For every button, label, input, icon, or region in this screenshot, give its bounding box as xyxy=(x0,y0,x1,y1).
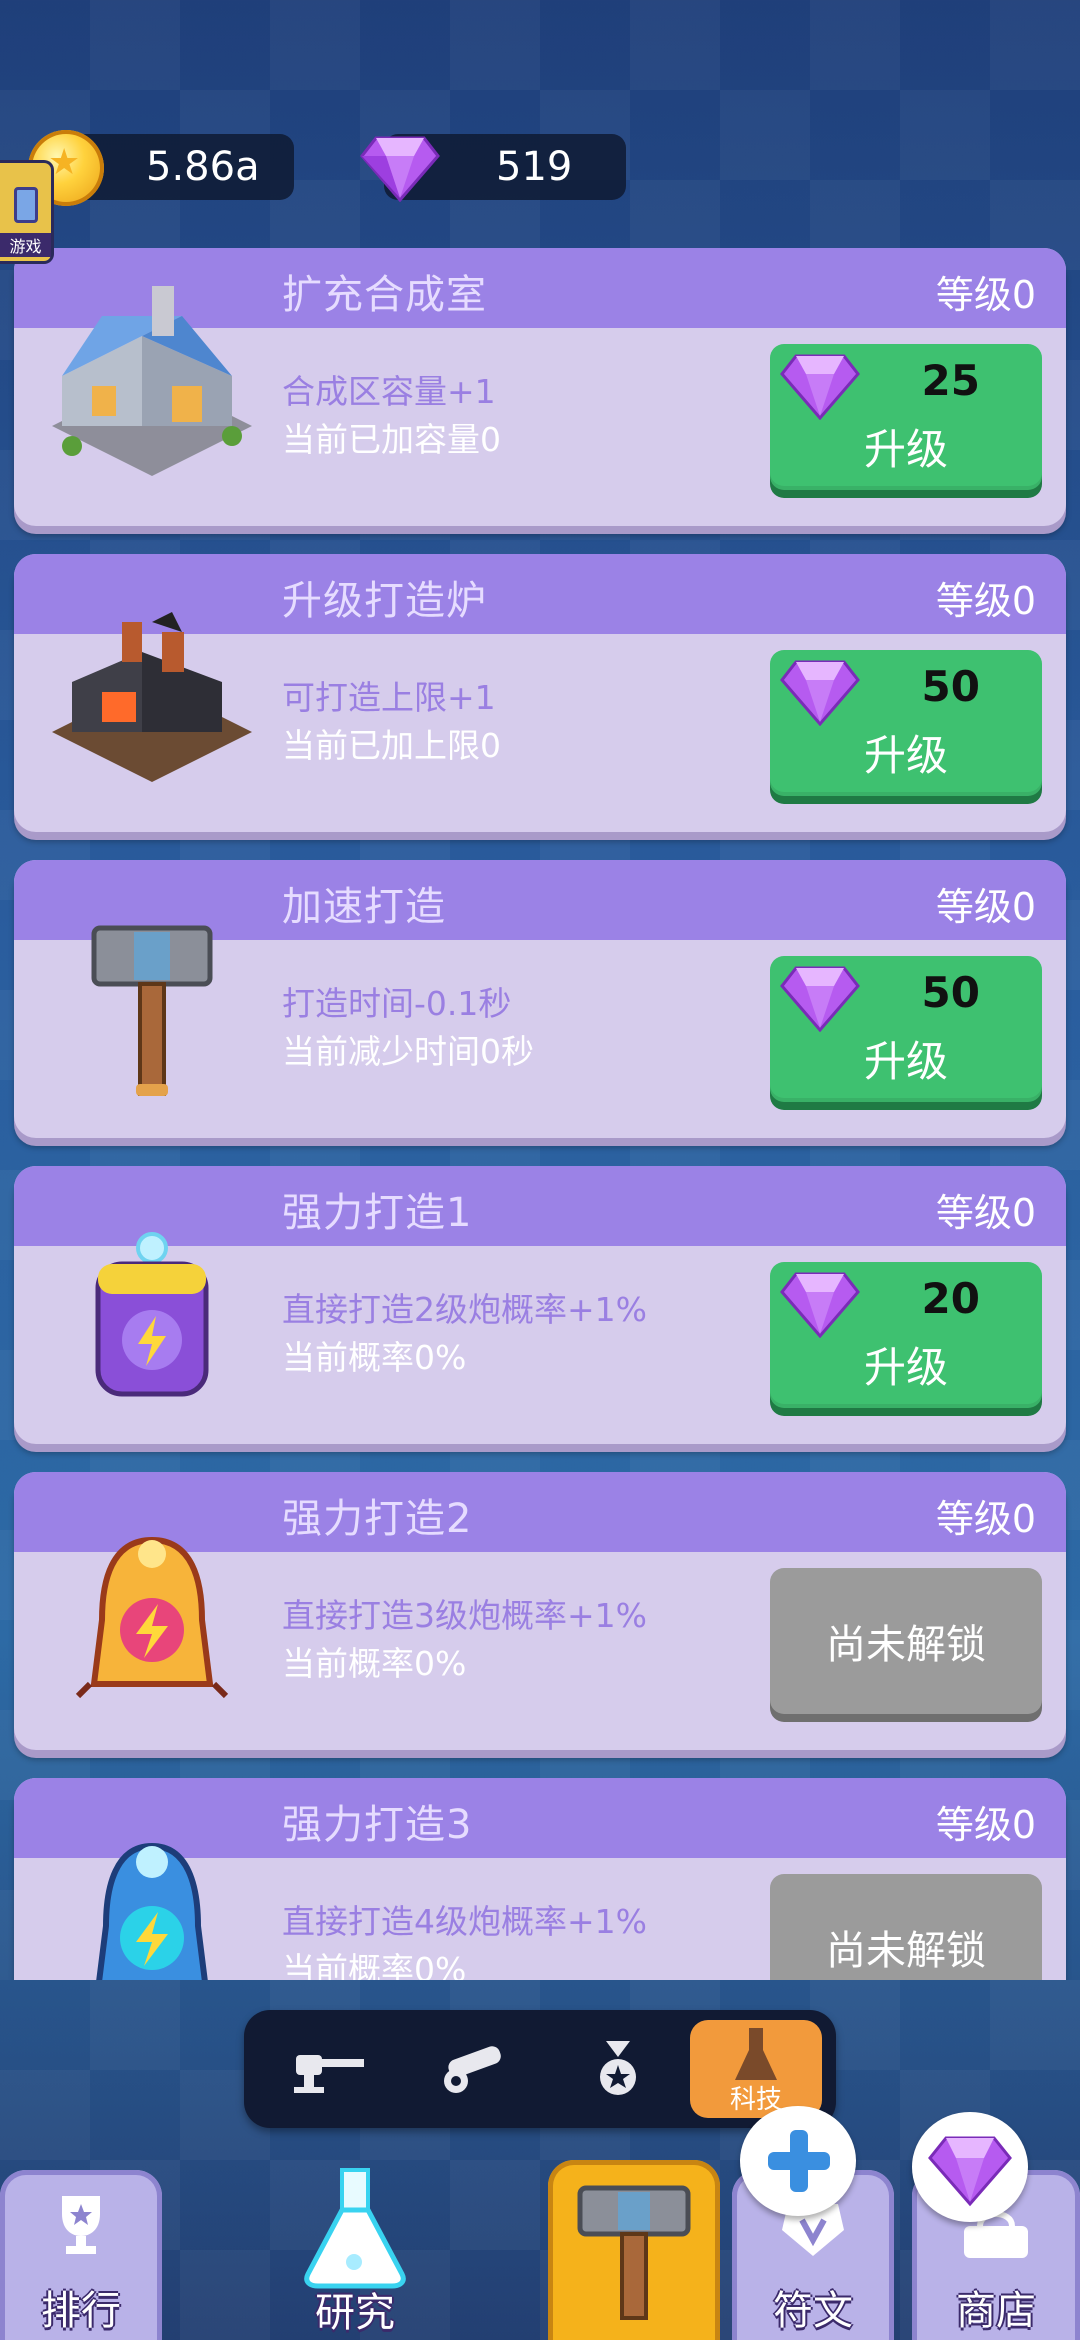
card-effect: 直接打造3级炮概率+1% xyxy=(282,1596,647,1635)
medal-icon xyxy=(600,2041,636,2095)
upgrade-card: 加速打造 等级0 打造时间-0.1秒 当前减少时间0秒 50 升级 xyxy=(14,860,1066,1138)
hammer-icon xyxy=(91,925,213,1096)
shop-gem-bubble[interactable] xyxy=(912,2112,1028,2222)
card-current: 当前已加上限0 xyxy=(282,726,501,765)
coin-amount: 5.86a xyxy=(146,144,260,190)
add-rune-bubble[interactable] xyxy=(740,2106,856,2216)
card-current: 当前减少时间0秒 xyxy=(282,1032,534,1071)
tab-technology[interactable]: 科技 xyxy=(690,2020,822,2118)
lightning-canister-icon xyxy=(95,1232,209,1397)
nav-research[interactable]: 研究 xyxy=(230,2168,480,2340)
card-title: 强力打造2 xyxy=(282,1496,473,1542)
card-description: 直接打造3级炮概率+1% 当前概率0% xyxy=(282,1592,647,1688)
cannon-icon xyxy=(444,2046,501,2093)
upgrade-cost: 50 xyxy=(921,662,980,711)
card-title: 加速打造 xyxy=(282,884,446,930)
tab-cannon[interactable] xyxy=(408,2020,540,2118)
card-effect: 直接打造2级炮概率+1% xyxy=(282,1290,647,1329)
card-title: 强力打造3 xyxy=(282,1802,473,1848)
trophy-icon xyxy=(62,2196,100,2254)
workshop-icon xyxy=(52,286,252,476)
game-console-icon xyxy=(13,187,38,223)
card-effect: 合成区容量+1 xyxy=(282,372,496,411)
card-level: 等级0 xyxy=(935,885,1036,929)
upgrade-card: 强力打造2 等级0 直接打造3级炮概率+1% 当前概率0% 尚未解锁 xyxy=(14,1472,1066,1750)
upgrade-cost: 25 xyxy=(921,356,980,405)
card-current: 当前概率0% xyxy=(282,1950,467,1980)
locked-button[interactable]: 尚未解锁 xyxy=(770,1568,1042,1714)
gem-icon xyxy=(780,966,860,1032)
card-current: 当前已加容量0 xyxy=(282,420,501,459)
tab-medal[interactable] xyxy=(552,2020,684,2118)
card-description: 直接打造4级炮概率+1% 当前概率0% xyxy=(282,1898,647,1980)
upgrade-cost: 20 xyxy=(921,1274,980,1323)
card-description: 打造时间-0.1秒 当前减少时间0秒 xyxy=(282,980,534,1076)
tab-turret[interactable] xyxy=(264,2020,396,2118)
nav-shop-label: 商店 xyxy=(956,2288,1036,2334)
upgrade-label: 升级 xyxy=(863,425,948,474)
upgrade-label: 升级 xyxy=(863,731,948,780)
upgrade-button[interactable]: 50 升级 xyxy=(770,956,1042,1102)
gem-amount: 519 xyxy=(496,144,573,190)
upgrade-cost: 50 xyxy=(921,968,980,1017)
card-effect: 打造时间-0.1秒 xyxy=(282,984,512,1023)
nav-ranking-label: 排行 xyxy=(41,2288,121,2334)
card-effect: 直接打造4级炮概率+1% xyxy=(282,1902,647,1941)
turret-icon xyxy=(294,2055,364,2093)
flask-icon xyxy=(304,2168,406,2289)
upgrade-card: 升级打造炉 等级0 可打造上限+1 当前已加上限0 50 升级 xyxy=(14,554,1066,832)
card-level: 等级0 xyxy=(935,579,1036,623)
card-level: 等级0 xyxy=(935,1803,1036,1847)
card-level: 等级0 xyxy=(935,1497,1036,1541)
nav-research-label: 研究 xyxy=(315,2290,395,2336)
upgrade-card: 扩充合成室 等级0 合成区容量+1 当前已加容量0 25 升级 xyxy=(14,248,1066,526)
nav-ranking[interactable]: 排行 xyxy=(0,2170,162,2340)
forge-icon xyxy=(52,612,252,782)
upgrade-label: 升级 xyxy=(863,1343,948,1392)
hammer-icon xyxy=(577,2185,691,2320)
card-effect: 可打造上限+1 xyxy=(282,678,496,717)
gem-icon xyxy=(360,136,440,202)
upgrade-card: 强力打造1 等级0 直接打造2级炮概率+1% 当前概率0% 20 升级 xyxy=(14,1166,1066,1444)
gem-icon xyxy=(780,660,860,726)
gem-icon xyxy=(780,1272,860,1338)
card-description: 可打造上限+1 当前已加上限0 xyxy=(282,674,501,770)
gem-icon xyxy=(780,354,860,420)
upgrade-button[interactable]: 20 升级 xyxy=(770,1262,1042,1408)
upgrade-label: 升级 xyxy=(863,1037,948,1086)
card-description: 合成区容量+1 当前已加容量0 xyxy=(282,368,501,464)
upgrade-card: 强力打造3 等级0 直接打造4级炮概率+1% 当前概率0% 尚未解锁 xyxy=(14,1778,1066,1980)
upgrade-button[interactable]: 50 升级 xyxy=(770,650,1042,796)
nav-rune-label: 符文 xyxy=(773,2288,853,2334)
card-current: 当前概率0% xyxy=(282,1644,467,1683)
upgrade-button[interactable]: 25 升级 xyxy=(770,344,1042,490)
side-game-tab[interactable]: 游戏 xyxy=(0,160,54,264)
gem-icon xyxy=(928,2136,1012,2207)
lightning-capsule-icon xyxy=(96,1842,208,1980)
card-level: 等级0 xyxy=(935,273,1036,317)
card-title: 强力打造1 xyxy=(282,1190,473,1236)
card-title: 升级打造炉 xyxy=(282,578,487,624)
card-title: 扩充合成室 xyxy=(282,272,487,318)
flask-icon xyxy=(735,2028,777,2080)
locked-button[interactable]: 尚未解锁 xyxy=(770,1874,1042,1980)
card-current: 当前概率0% xyxy=(282,1338,467,1377)
upgrade-list[interactable]: 扩充合成室 等级0 合成区容量+1 当前已加容量0 25 升级 升级打造炉 等级… xyxy=(0,248,1080,1980)
plus-icon xyxy=(768,2130,830,2192)
card-level: 等级0 xyxy=(935,1191,1036,1235)
nav-forge[interactable] xyxy=(548,2160,720,2340)
card-description: 直接打造2级炮概率+1% 当前概率0% xyxy=(282,1286,647,1382)
lightning-bell-icon xyxy=(75,1536,229,1699)
side-tab-label: 游戏 xyxy=(0,233,51,257)
